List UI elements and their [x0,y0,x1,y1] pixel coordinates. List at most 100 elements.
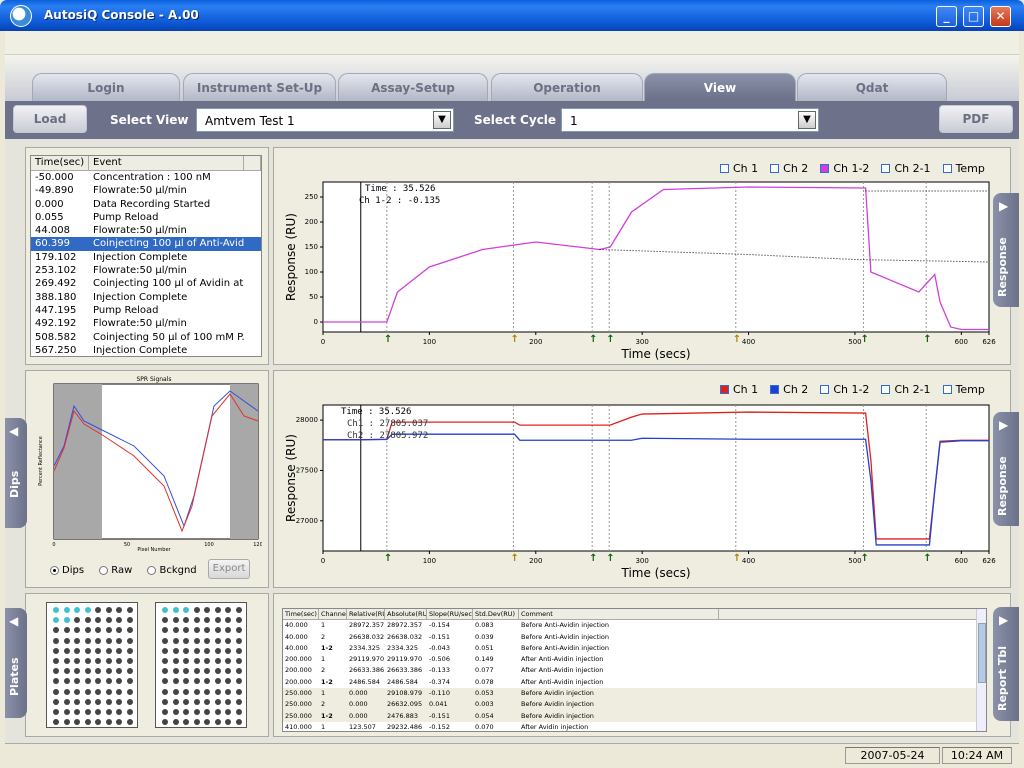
plate-well[interactable] [95,607,101,613]
plate-well[interactable] [193,658,200,664]
plate-well[interactable] [193,607,200,613]
plate-well[interactable] [53,607,59,613]
plate-well[interactable] [126,617,133,624]
plate-well[interactable] [225,637,231,644]
plate-well[interactable] [172,658,179,664]
report-row[interactable]: 40.000 1-2 2334.325 2334.325 -0.043 0.051 Befo… [283,643,986,654]
report-row[interactable]: 40.000 2 26638.032 26638.032 -0.151 0.039 Befo… [283,632,986,643]
plate-well[interactable] [214,658,221,664]
plate-well[interactable] [235,709,242,715]
report-row[interactable]: 250.000 2 0.000 26632.095 0.041 0.003 Before A… [283,699,986,711]
event-row[interactable]: 388.180 Injection Complete [31,291,261,304]
report-row[interactable]: 250.000 1-2 0.000 2476.883 -0.151 0.054 Before… [283,710,986,722]
load-button[interactable]: Load [13,105,87,133]
plate-well[interactable] [193,617,200,624]
plate-well[interactable] [225,617,231,624]
plate-well[interactable] [193,719,200,726]
plate-well[interactable] [235,698,242,705]
plate-well[interactable] [183,637,189,644]
plate-well[interactable] [53,719,59,726]
plate-well[interactable] [162,627,168,634]
plate-well[interactable] [84,709,91,715]
plate-well[interactable] [235,617,242,624]
plate-well[interactable] [172,709,179,715]
plate-well[interactable] [53,688,59,695]
plate-well[interactable] [116,627,122,634]
plate-well[interactable] [95,668,101,675]
plate-well[interactable] [172,647,179,654]
plate-well[interactable] [63,698,70,705]
plate-well[interactable] [84,637,91,644]
plate-well[interactable] [95,617,101,624]
plate-well[interactable] [214,688,221,695]
plate-well[interactable] [204,709,210,715]
plate-well[interactable] [95,658,101,664]
plate-well[interactable] [193,709,200,715]
plate-well[interactable] [105,647,112,654]
plate-well[interactable] [63,637,70,644]
select-cycle-dropdown[interactable]: 1 ▼ [561,108,819,132]
plate-well[interactable] [204,627,210,634]
report-row[interactable]: 200.000 1-2 2486.584 2486.584 -0.374 0.078 Aft… [283,677,986,688]
plate-well[interactable] [183,698,189,705]
plate-well[interactable] [204,617,210,624]
plate-well[interactable] [84,627,91,634]
report-col-header[interactable]: Absolute(RU) [385,609,427,620]
event-row[interactable]: -50.000 Concentration : 100 nM [31,171,261,184]
plate-well[interactable] [172,688,179,695]
plate-well[interactable] [53,658,59,664]
plate-well[interactable] [172,637,179,644]
tab-view[interactable]: View [644,73,796,101]
plate-well[interactable] [105,709,112,715]
event-row[interactable]: 508.582 Coinjecting 50 µl of 100 mM P... [31,331,261,344]
plate-well[interactable] [63,647,70,654]
plate-well[interactable] [204,719,210,726]
plate-well[interactable] [126,668,133,675]
plate-well[interactable] [235,719,242,726]
dips-side-tab[interactable]: ◀ Dips [5,418,27,528]
plate-well[interactable] [204,688,210,695]
plate-well[interactable] [105,698,112,705]
report-col-header[interactable]: Slope(RU/sec) [427,609,473,620]
plate-well[interactable] [116,688,122,695]
report-scrollbar[interactable] [976,609,986,731]
select-view-dropdown[interactable]: Amtvem Test 1 ▼ [196,108,454,132]
plate-well[interactable] [126,719,133,726]
plate-well[interactable] [105,688,112,695]
plate-well[interactable] [95,647,101,654]
plate-well[interactable] [172,678,179,685]
plate-well[interactable] [183,688,189,695]
plate-well[interactable] [105,719,112,726]
plate-well[interactable] [63,709,70,715]
plate-2[interactable] [155,602,247,728]
plate-well[interactable] [235,647,242,654]
plate-well[interactable] [126,698,133,705]
plate-well[interactable] [95,678,101,685]
plate-well[interactable] [74,709,80,715]
plate-well[interactable] [193,698,200,705]
plate-well[interactable] [116,719,122,726]
plate-well[interactable] [235,678,242,685]
plate-well[interactable] [193,637,200,644]
plate-well[interactable] [204,607,210,613]
plate-well[interactable] [53,709,59,715]
plate-well[interactable] [53,647,59,654]
report-row[interactable]: 250.000 1 0.000 29108.979 -0.110 0.053 Before … [283,688,986,700]
plate-well[interactable] [204,658,210,664]
plate-well[interactable] [74,678,80,685]
close-button[interactable]: ✕ [990,6,1011,27]
plate-well[interactable] [162,709,168,715]
plate-well[interactable] [162,637,168,644]
event-row[interactable]: 567.250 Injection Complete [31,344,261,356]
plate-well[interactable] [162,658,168,664]
report-col-header[interactable]: Relative(RU) [347,609,385,620]
plate-well[interactable] [162,607,168,613]
plate-well[interactable] [214,607,221,613]
plate-well[interactable] [183,647,189,654]
plate-well[interactable] [214,637,221,644]
plate-well[interactable] [63,627,70,634]
event-row[interactable]: 179.102 Injection Complete [31,251,261,264]
report-row[interactable]: 200.000 1 29119.970 29119.970 -0.506 0.149 Aft… [283,654,986,665]
plate-well[interactable] [162,719,168,726]
chevron-down-icon[interactable]: ▼ [433,111,451,129]
